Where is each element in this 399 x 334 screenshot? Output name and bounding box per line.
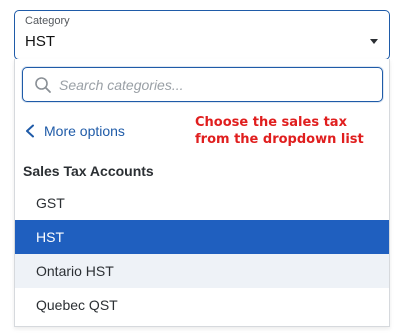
search-input[interactable] — [59, 72, 377, 98]
category-select[interactable]: Category HST — [14, 10, 390, 60]
list-item-label: HST — [36, 229, 64, 245]
category-label: Category — [25, 15, 70, 27]
list-item-gst[interactable]: GST — [15, 186, 389, 220]
chevron-left-icon — [26, 124, 34, 138]
search-box[interactable] — [22, 67, 383, 102]
category-dropdown: More options Choose the sales tax from t… — [14, 59, 390, 327]
instruction-annotation: Choose the sales tax from the dropdown l… — [195, 114, 385, 148]
section-header-sales-tax-accounts: Sales Tax Accounts — [23, 163, 154, 179]
list-item-ontario-hst[interactable]: Ontario HST — [15, 254, 389, 288]
search-icon — [35, 77, 51, 93]
category-value: HST — [25, 33, 55, 50]
annotation-line-1: Choose the sales tax — [195, 115, 347, 130]
list-item-quebec-qst[interactable]: Quebec QST — [15, 288, 389, 322]
more-options-link[interactable]: More options — [24, 121, 125, 141]
list-item-label: Quebec QST — [36, 297, 118, 313]
category-list: GST HST Ontario HST Quebec QST — [15, 186, 389, 322]
list-item-hst[interactable]: HST — [15, 220, 389, 254]
more-options-label: More options — [44, 123, 125, 139]
caret-down-icon[interactable] — [370, 39, 378, 44]
list-item-label: Ontario HST — [36, 263, 114, 279]
annotation-line-2: from the dropdown list — [195, 132, 364, 147]
list-item-label: GST — [36, 195, 65, 211]
